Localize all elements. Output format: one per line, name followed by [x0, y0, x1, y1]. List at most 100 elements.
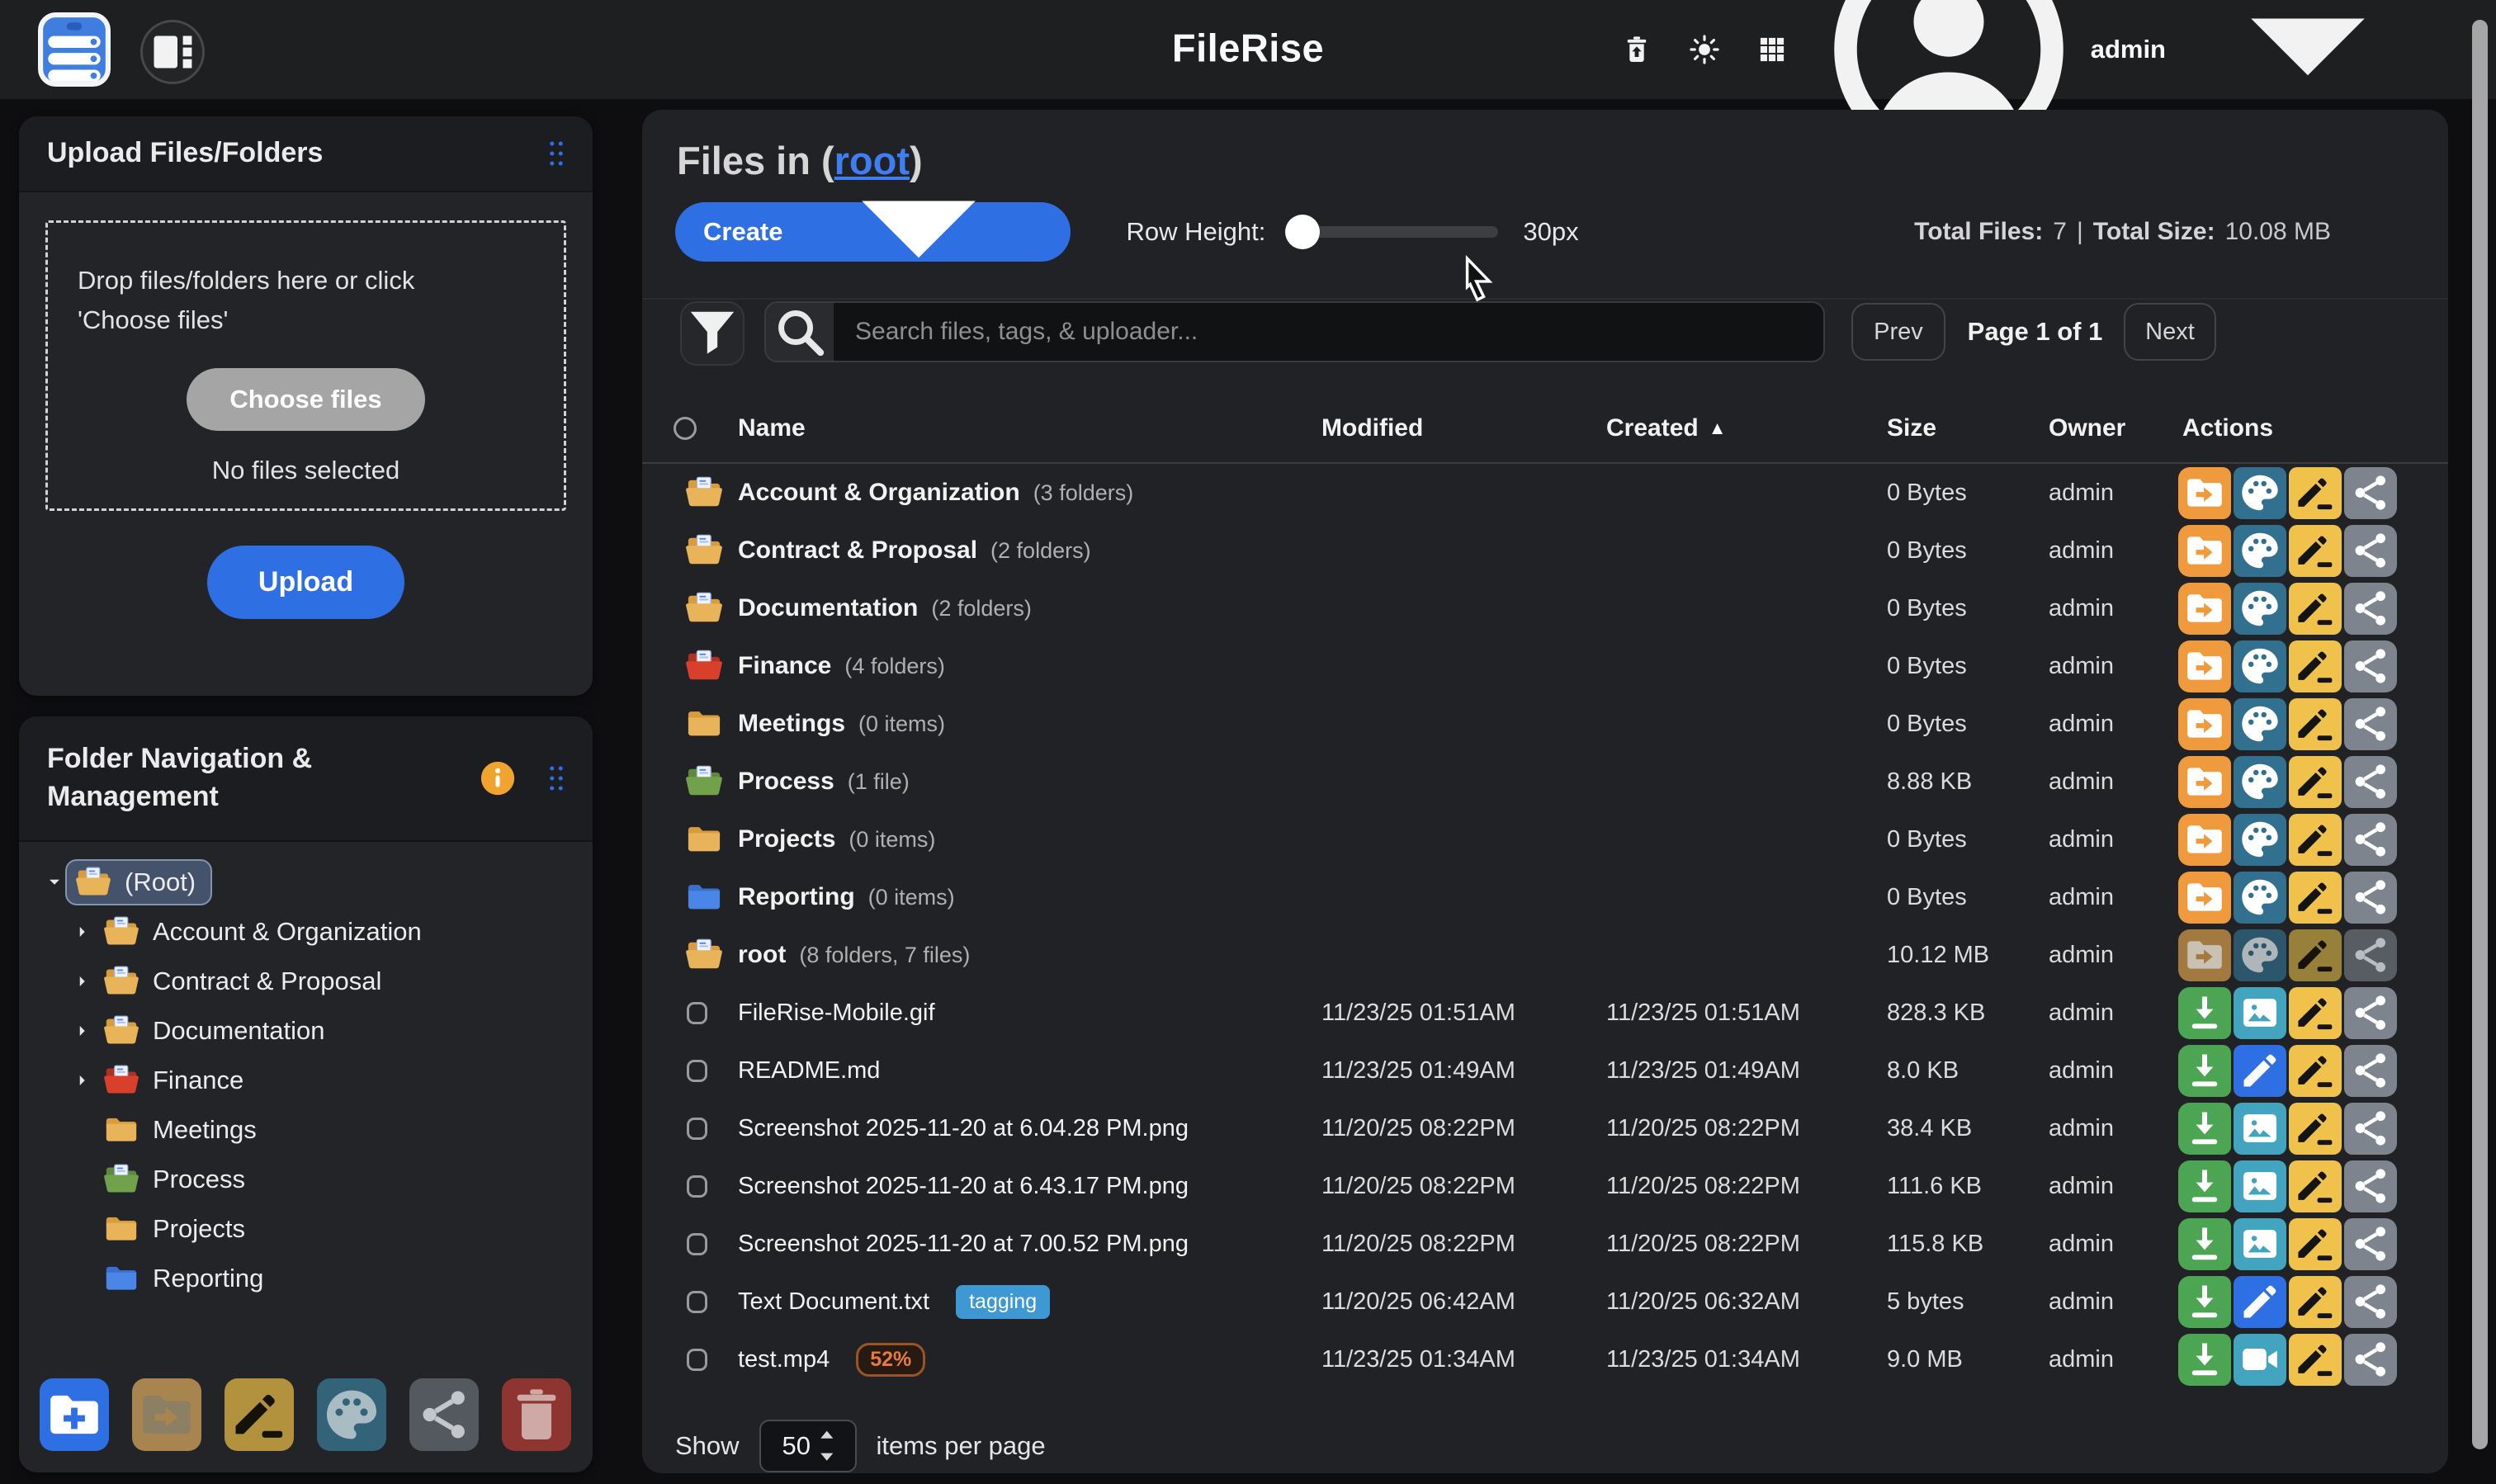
row-action-button[interactable] [2178, 467, 2231, 519]
table-row[interactable]: FileRise-Mobile.gif 11/23/25 01:51AM 11/… [642, 984, 2448, 1042]
item-name[interactable]: FileRise-Mobile.gif [738, 1000, 935, 1027]
table-row[interactable]: test.mp4 52% 11/23/25 01:34AM 11/23/25 0… [642, 1330, 2448, 1388]
folder-tree-item[interactable]: Documentation [19, 1006, 593, 1056]
row-action-button[interactable] [2344, 756, 2397, 808]
row-action-button[interactable] [2344, 929, 2397, 981]
table-row[interactable]: Text Document.txt tagging 11/20/25 06:42… [642, 1273, 2448, 1330]
tree-caret-icon[interactable] [72, 1268, 93, 1289]
row-action-button[interactable] [2234, 1160, 2286, 1212]
row-action-button[interactable] [2234, 640, 2286, 692]
row-action-button[interactable] [2234, 756, 2286, 808]
row-action-button[interactable] [2178, 1218, 2231, 1270]
row-checkbox[interactable] [687, 1233, 707, 1255]
folder-tree-item[interactable]: Account & Organization [19, 907, 593, 957]
row-checkbox[interactable] [687, 1349, 707, 1371]
row-action-button[interactable] [2344, 640, 2397, 692]
row-action-button[interactable] [2289, 467, 2342, 519]
column-header-name[interactable]: Name [726, 414, 1307, 442]
row-action-button[interactable] [2234, 698, 2286, 750]
trash-restore-icon[interactable] [1622, 35, 1652, 64]
row-action-button[interactable] [2178, 872, 2231, 924]
row-action-button[interactable] [2178, 929, 2231, 981]
row-action-button[interactable] [2289, 1103, 2342, 1155]
item-name[interactable]: Meetings [738, 710, 845, 738]
table-row[interactable]: Documentation (2 folders) 0 Bytes admin [642, 579, 2448, 637]
table-row[interactable]: Meetings (0 items) 0 Bytes admin [642, 695, 2448, 753]
rename-folder-button[interactable] [225, 1378, 294, 1451]
row-action-button[interactable] [2289, 987, 2342, 1039]
create-folder-button[interactable] [40, 1378, 109, 1451]
row-action-button[interactable] [2344, 467, 2397, 519]
tree-caret-icon[interactable] [72, 971, 93, 992]
upload-button[interactable]: Upload [207, 546, 404, 619]
row-action-button[interactable] [2289, 525, 2342, 577]
row-action-button[interactable] [2344, 1103, 2397, 1155]
row-action-button[interactable] [2289, 1045, 2342, 1097]
table-row[interactable]: Process (1 file) 8.88 KB admin [642, 753, 2448, 811]
item-name[interactable]: Screenshot 2025-11-20 at 6.43.17 PM.png [738, 1173, 1189, 1200]
item-name[interactable]: test.mp4 [738, 1346, 830, 1373]
row-action-button[interactable] [2289, 583, 2342, 635]
row-action-button[interactable] [2234, 525, 2286, 577]
folder-tree-item[interactable]: Contract & Proposal [19, 957, 593, 1006]
drag-handle-icon[interactable] [541, 762, 571, 795]
tree-caret-icon[interactable] [72, 1218, 93, 1240]
row-action-button[interactable] [2344, 987, 2397, 1039]
row-checkbox[interactable] [687, 1060, 707, 1082]
row-action-button[interactable] [2178, 1276, 2231, 1328]
tree-caret-icon[interactable] [72, 1020, 93, 1042]
tree-caret-icon[interactable] [72, 921, 93, 943]
prev-page-button[interactable]: Prev [1851, 303, 1945, 361]
folder-color-button[interactable] [317, 1378, 386, 1451]
item-name[interactable]: Account & Organization [738, 479, 1020, 507]
row-action-button[interactable] [2344, 1334, 2397, 1386]
row-checkbox[interactable] [687, 1118, 707, 1140]
row-action-button[interactable] [2344, 698, 2397, 750]
view-toggle-button[interactable] [140, 20, 205, 84]
row-action-button[interactable] [2289, 1218, 2342, 1270]
item-name[interactable]: Process [738, 768, 834, 796]
row-action-button[interactable] [2289, 1334, 2342, 1386]
column-header-modified[interactable]: Modified [1307, 414, 1591, 442]
row-action-button[interactable] [2178, 987, 2231, 1039]
row-action-button[interactable] [2234, 929, 2286, 981]
table-row[interactable]: Screenshot 2025-11-20 at 6.43.17 PM.png … [642, 1157, 2448, 1215]
row-action-button[interactable] [2178, 756, 2231, 808]
folder-tree-item[interactable]: (Root) [19, 858, 593, 907]
row-checkbox[interactable] [687, 1002, 707, 1024]
item-name[interactable]: Text Document.txt [738, 1288, 929, 1316]
row-action-button[interactable] [2344, 583, 2397, 635]
select-all-checkbox[interactable] [674, 417, 697, 440]
item-name[interactable]: root [738, 941, 786, 969]
row-action-button[interactable] [2234, 1045, 2286, 1097]
row-action-button[interactable] [2289, 814, 2342, 866]
row-action-button[interactable] [2178, 525, 2231, 577]
row-action-button[interactable] [2178, 698, 2231, 750]
row-action-button[interactable] [2344, 1276, 2397, 1328]
row-action-button[interactable] [2178, 1103, 2231, 1155]
table-row[interactable]: Projects (0 items) 0 Bytes admin [642, 811, 2448, 868]
folder-tree-item[interactable]: Process [19, 1155, 593, 1204]
row-action-button[interactable] [2289, 872, 2342, 924]
row-action-button[interactable] [2344, 872, 2397, 924]
delete-folder-button[interactable] [502, 1378, 571, 1451]
column-header-created[interactable]: Created▲ [1591, 414, 1872, 442]
column-header-owner[interactable]: Owner [2034, 414, 2167, 442]
row-checkbox[interactable] [687, 1291, 707, 1313]
tree-caret-icon[interactable] [44, 872, 65, 893]
apps-grid-icon[interactable] [1757, 35, 1787, 64]
item-name[interactable]: Reporting [738, 883, 855, 911]
app-logo-icon[interactable] [38, 12, 111, 87]
row-action-button[interactable] [2289, 929, 2342, 981]
item-name[interactable]: Contract & Proposal [738, 536, 977, 565]
table-row[interactable]: Account & Organization (3 folders) 0 Byt… [642, 464, 2448, 522]
item-name[interactable]: Documentation [738, 594, 918, 622]
row-action-button[interactable] [2344, 1045, 2397, 1097]
item-name[interactable]: Projects [738, 825, 835, 853]
row-action-button[interactable] [2234, 1334, 2286, 1386]
next-page-button[interactable]: Next [2124, 303, 2216, 361]
info-icon[interactable] [479, 759, 517, 797]
theme-toggle-sun-icon[interactable] [1690, 35, 1719, 64]
table-row[interactable]: Reporting (0 items) 0 Bytes admin [642, 868, 2448, 926]
row-action-button[interactable] [2289, 698, 2342, 750]
